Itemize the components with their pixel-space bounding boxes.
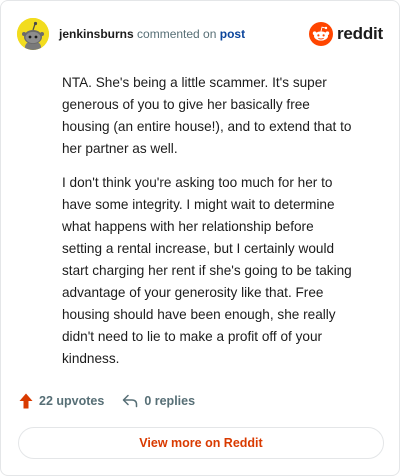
- comment-body: NTA. She's being a little scammer. It's …: [62, 72, 352, 382]
- comment-header: jenkinsburns commented on post reddit: [17, 17, 383, 51]
- username-link[interactable]: jenkinsburns: [59, 27, 134, 41]
- upvote-count: 22 upvotes: [39, 394, 105, 408]
- action-text: commented on: [137, 27, 217, 41]
- snoo-avatar-icon: [17, 18, 49, 50]
- comment-paragraph: I don't think you're asking too much for…: [62, 175, 352, 366]
- comment-actions: 22 upvotes 0 replies: [19, 393, 195, 409]
- reddit-logo-icon: [308, 22, 333, 46]
- reply-action[interactable]: 0 replies: [122, 394, 195, 408]
- reply-count: 0 replies: [144, 394, 196, 408]
- view-more-button[interactable]: View more on Reddit: [18, 427, 384, 459]
- comment-meta: jenkinsburns commented on post: [59, 27, 245, 41]
- upvote-arrow-icon: [19, 393, 33, 409]
- reply-arrow-icon: [123, 394, 138, 408]
- comment-embed-card: jenkinsburns commented on post reddit NT…: [0, 0, 400, 476]
- brand-wordmark: reddit: [336, 24, 383, 43]
- avatar[interactable]: [17, 18, 49, 50]
- reddit-brand[interactable]: reddit: [308, 22, 383, 46]
- upvote-action[interactable]: 22 upvotes: [19, 393, 104, 409]
- comment-paragraph: NTA. She's being a little scammer. It's …: [62, 75, 352, 156]
- post-link[interactable]: post: [220, 27, 245, 41]
